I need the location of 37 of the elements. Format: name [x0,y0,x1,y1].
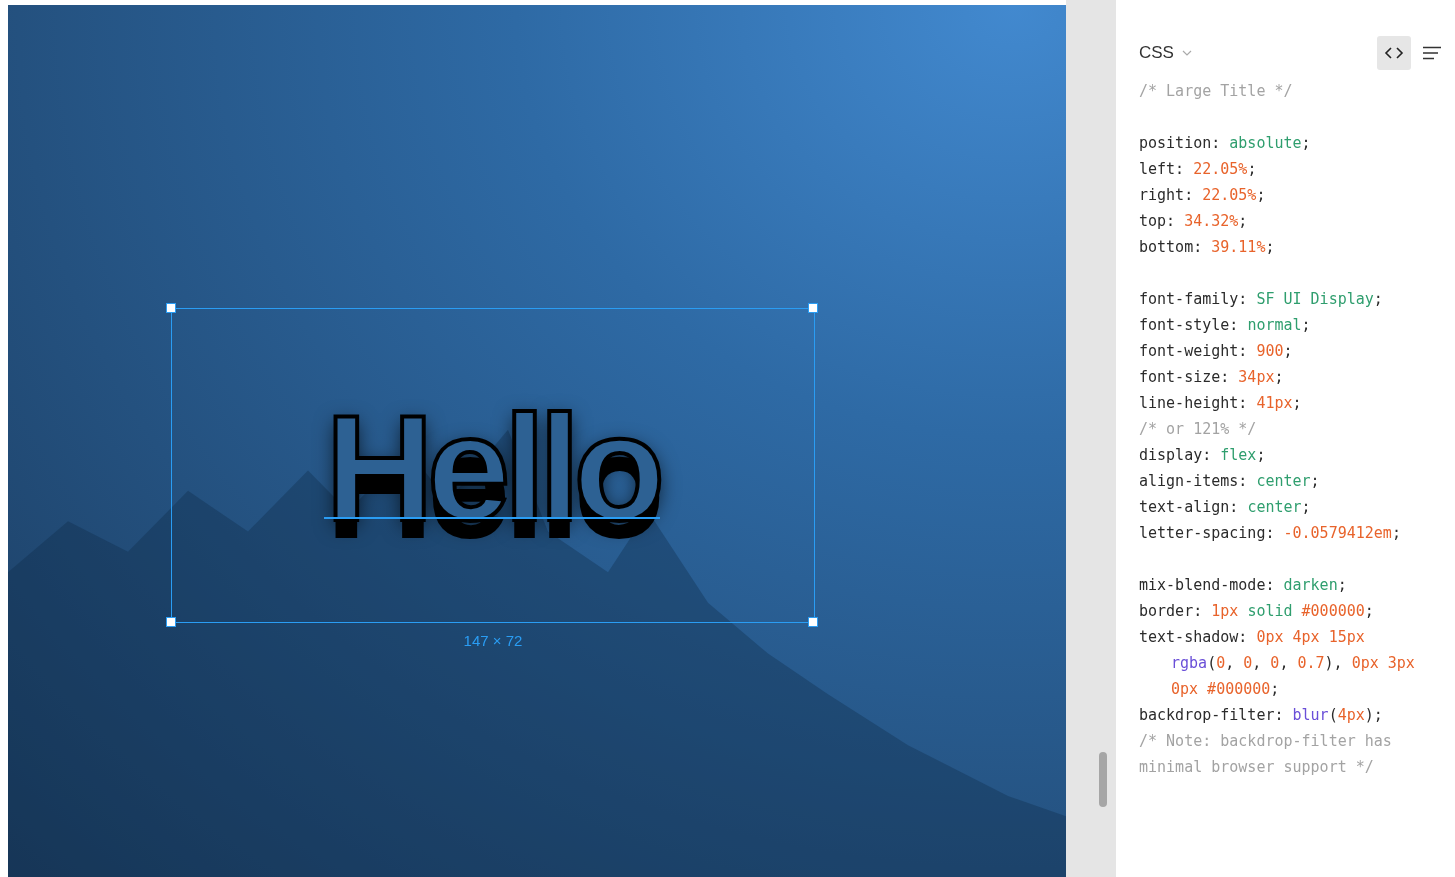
resize-handle[interactable] [808,303,818,313]
code-line: font-size: 34px; [1139,367,1285,388]
code-line: /* or 121% */ [1139,419,1258,440]
code-line: backdrop-filter: blur(4px); [1139,705,1384,726]
code-line: font-family: SF UI Display; [1139,289,1384,310]
resize-handle[interactable] [166,617,176,627]
code-line: /* Large Title */ [1139,81,1294,102]
code-line: minimal browser support */ [1139,757,1375,778]
code-line: text-align: center; [1139,497,1312,518]
code-line: font-weight: 900; [1139,341,1294,362]
code-line: top: 34.32%; [1139,211,1249,232]
code-line: text-shadow: 0px 4px 15px [1139,627,1366,648]
code-line: border: 1px solid #000000; [1139,601,1375,622]
language-dropdown[interactable]: CSS [1139,43,1192,63]
code-view-button[interactable] [1377,36,1411,70]
code-line: bottom: 39.11%; [1139,237,1276,258]
code-line: letter-spacing: -0.0579412em; [1139,523,1402,544]
code-line: right: 22.05%; [1139,185,1267,206]
selection-frame[interactable] [171,308,815,623]
code-line: rgba(0, 0, 0, 0.7), 0px 3px [1170,653,1416,674]
large-title-text: Hello [302,393,682,543]
code-line: left: 22.05%; [1139,159,1258,180]
code-line: mix-blend-mode: darken; [1139,575,1348,596]
dimensions-label: 147 × 72 [462,632,524,649]
chevron-down-icon [1181,50,1192,56]
code-line: /* Note: backdrop-filter has [1139,731,1393,752]
code-line: align-items: center; [1139,471,1321,492]
code-brackets-icon [1384,46,1404,60]
lines-icon [1422,46,1442,60]
code-line: position: absolute; [1139,133,1312,154]
resize-handle[interactable] [808,617,818,627]
code-line: font-style: normal; [1139,315,1312,336]
code-line: 0px #000000; [1170,679,1281,700]
code-line: display: flex; [1139,445,1267,466]
resize-handle[interactable] [166,303,176,313]
scrollbar-thumb[interactable] [1099,752,1107,807]
code-line: line-height: 41px; [1139,393,1303,414]
